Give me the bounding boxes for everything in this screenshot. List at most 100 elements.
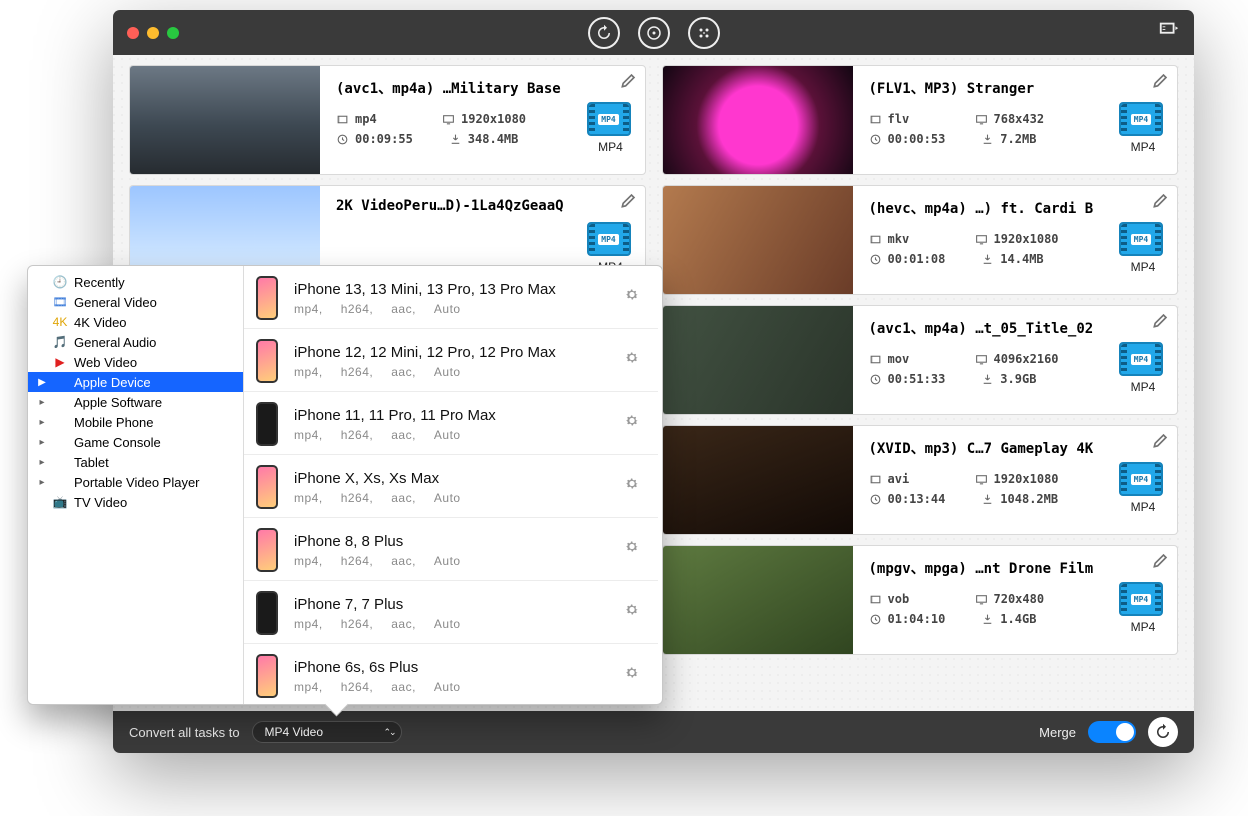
expand-icon: ▸ xyxy=(38,457,46,468)
zoom-button[interactable] xyxy=(167,27,179,39)
preset-settings-icon[interactable] xyxy=(624,413,640,434)
format-value: mp4 xyxy=(336,112,406,126)
device-icon xyxy=(256,528,278,572)
preset-name: iPhone 12, 12 Mini, 12 Pro, 12 Pro Max xyxy=(294,344,556,361)
output-format-label: MP4 xyxy=(1119,260,1167,274)
category-item[interactable]: ▶ Web Video xyxy=(28,352,243,372)
size-value: 7.2MB xyxy=(981,132,1051,146)
preset-list: iPhone 13, 13 Mini, 13 Pro, 13 Pro Max m… xyxy=(244,266,662,704)
video-title: 2K VideoPeru…D)-1La4QzGeaaQ xyxy=(336,198,637,214)
preset-item[interactable]: iPhone 7, 7 Plus mp4,h264,aac,Auto xyxy=(244,581,658,644)
category-icon: 🕘 xyxy=(52,275,68,289)
preset-sub: mp4,h264,aac,Auto xyxy=(294,680,479,694)
output-format-button[interactable]: MP4 MP4 xyxy=(1119,582,1167,634)
category-item[interactable]: 4K 4K Video xyxy=(28,312,243,332)
category-item[interactable]: 🕘 Recently xyxy=(28,272,243,292)
convert-icon[interactable] xyxy=(588,17,620,49)
edit-icon[interactable] xyxy=(619,70,639,90)
category-item[interactable]: ▸ Apple Software xyxy=(28,392,243,412)
edit-icon[interactable] xyxy=(619,190,639,210)
resolution-value: 768x432 xyxy=(975,112,1045,126)
category-item[interactable]: 🎞 General Video xyxy=(28,292,243,312)
film-icon[interactable] xyxy=(688,17,720,49)
preset-item[interactable]: iPhone 13, 13 Mini, 13 Pro, 13 Pro Max m… xyxy=(244,266,658,329)
video-card[interactable]: (FLV1、MP3) Stranger flv 768x432 00:00:53… xyxy=(662,65,1179,175)
category-item[interactable]: 🎵 General Audio xyxy=(28,332,243,352)
preset-sub: mp4,h264,aac,Auto xyxy=(294,365,556,379)
output-format-label: MP4 xyxy=(587,140,635,154)
expand-icon: ▸ xyxy=(38,477,46,488)
device-icon xyxy=(256,339,278,383)
video-card[interactable]: (hevc、mp4a) …) ft. Cardi B mkv 1920x1080… xyxy=(662,185,1179,295)
preset-name: iPhone X, Xs, Xs Max xyxy=(294,470,479,487)
size-value: 3.9GB xyxy=(981,372,1051,386)
resolution-value: 1920x1080 xyxy=(975,232,1059,246)
category-item[interactable]: ▸ Game Console xyxy=(28,432,243,452)
preset-name: iPhone 11, 11 Pro, 11 Pro Max xyxy=(294,407,496,424)
category-icon xyxy=(52,435,68,449)
close-button[interactable] xyxy=(127,27,139,39)
preset-item[interactable]: iPhone 12, 12 Mini, 12 Pro, 12 Pro Max m… xyxy=(244,329,658,392)
edit-icon[interactable] xyxy=(1151,550,1171,570)
output-format-button[interactable]: MP4 MP4 xyxy=(587,102,635,154)
video-meta: (FLV1、MP3) Stranger flv 768x432 00:00:53… xyxy=(853,66,1178,174)
minimize-button[interactable] xyxy=(147,27,159,39)
merge-switch[interactable] xyxy=(1088,721,1136,743)
video-card[interactable]: (avc1、mp4a) …t_05_Title_02 mov 4096x2160… xyxy=(662,305,1179,415)
video-card[interactable]: (avc1、mp4a) …Military Base mp4 1920x1080… xyxy=(129,65,646,175)
video-meta: (avc1、mp4a) …t_05_Title_02 mov 4096x2160… xyxy=(853,306,1178,414)
category-icon: 🎵 xyxy=(52,335,68,349)
preset-name: iPhone 13, 13 Mini, 13 Pro, 13 Pro Max xyxy=(294,281,556,298)
video-title: (XVID、mp3) C…7 Gameplay 4K xyxy=(869,438,1170,458)
bottom-bar: Convert all tasks to MP4 Video Merge xyxy=(113,711,1194,753)
category-icon xyxy=(52,375,68,389)
preset-item[interactable]: iPhone 11, 11 Pro, 11 Pro Max mp4,h264,a… xyxy=(244,392,658,455)
preset-settings-icon[interactable] xyxy=(624,476,640,497)
preset-settings-icon[interactable] xyxy=(624,665,640,686)
output-format-label: MP4 xyxy=(1119,140,1167,154)
preset-item[interactable]: iPhone 8, 8 Plus mp4,h264,aac,Auto xyxy=(244,518,658,581)
size-value: 1.4GB xyxy=(981,612,1051,626)
resolution-value: 4096x2160 xyxy=(975,352,1059,366)
output-format-button[interactable]: MP4 MP4 xyxy=(1119,462,1167,514)
category-item[interactable]: ▶ Apple Device xyxy=(28,372,243,392)
format-value: avi xyxy=(869,472,939,486)
category-label: TV Video xyxy=(74,495,127,510)
video-title: (avc1、mp4a) …t_05_Title_02 xyxy=(869,318,1170,338)
category-label: General Video xyxy=(74,295,157,310)
category-item[interactable]: ▸ Tablet xyxy=(28,452,243,472)
video-thumbnail xyxy=(663,306,853,414)
edit-icon[interactable] xyxy=(1151,310,1171,330)
preset-item[interactable]: iPhone X, Xs, Xs Max mp4,h264,aac,Auto xyxy=(244,455,658,518)
duration-value: 00:13:44 xyxy=(869,492,946,506)
edit-icon[interactable] xyxy=(1151,70,1171,90)
category-item[interactable]: ▸ Mobile Phone xyxy=(28,412,243,432)
video-title: (FLV1、MP3) Stranger xyxy=(869,78,1170,98)
edit-icon[interactable] xyxy=(1151,430,1171,450)
video-card[interactable]: (mpgv、mpga) …nt Drone Film vob 720x480 0… xyxy=(662,545,1179,655)
category-label: 4K Video xyxy=(74,315,127,330)
category-item[interactable]: ▸ Portable Video Player xyxy=(28,472,243,492)
preset-settings-icon[interactable] xyxy=(624,602,640,623)
edit-icon[interactable] xyxy=(1151,190,1171,210)
preset-settings-icon[interactable] xyxy=(624,287,640,308)
video-title: (mpgv、mpga) …nt Drone Film xyxy=(869,558,1170,578)
size-value: 14.4MB xyxy=(981,252,1051,266)
output-format-button[interactable]: MP4 MP4 xyxy=(1119,342,1167,394)
output-format-button[interactable]: MP4 MP4 xyxy=(1119,222,1167,274)
preset-settings-icon[interactable] xyxy=(624,539,640,560)
category-icon: 📺 xyxy=(52,495,68,509)
video-card[interactable]: (XVID、mp3) C…7 Gameplay 4K avi 1920x1080… xyxy=(662,425,1179,535)
start-convert-button[interactable] xyxy=(1148,717,1178,747)
queue-icon[interactable] xyxy=(1158,19,1180,47)
category-icon: ▶ xyxy=(52,355,68,369)
category-item[interactable]: 📺 TV Video xyxy=(28,492,243,512)
resolution-value: 720x480 xyxy=(975,592,1045,606)
output-format-button[interactable]: MP4 MP4 xyxy=(1119,102,1167,154)
disc-icon[interactable] xyxy=(638,17,670,49)
convert-all-select[interactable]: MP4 Video xyxy=(252,721,402,743)
preset-settings-icon[interactable] xyxy=(624,350,640,371)
resolution-value: 1920x1080 xyxy=(975,472,1059,486)
video-meta: (XVID、mp3) C…7 Gameplay 4K avi 1920x1080… xyxy=(853,426,1178,534)
preset-item[interactable]: iPhone 6s, 6s Plus mp4,h264,aac,Auto xyxy=(244,644,658,704)
